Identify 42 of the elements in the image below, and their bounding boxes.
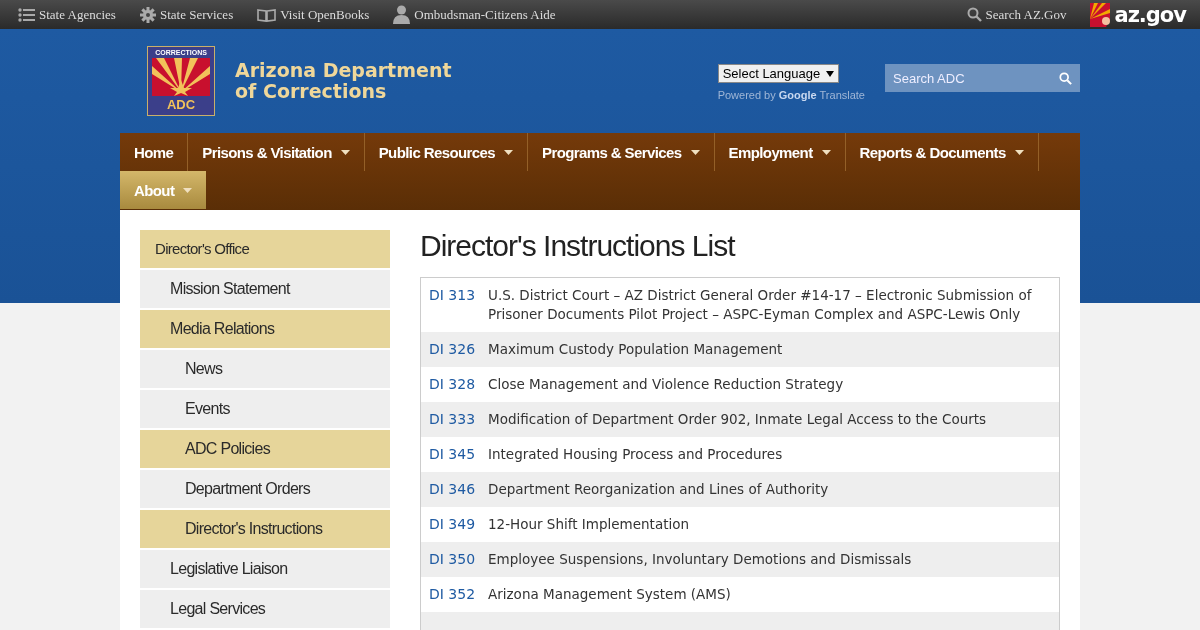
- sidebar-item[interactable]: Director's Instructions: [140, 510, 390, 548]
- page-title: Director's Instructions List: [420, 230, 736, 262]
- sidebar-item[interactable]: Media Relations: [140, 310, 390, 348]
- az-gov-logo[interactable]: az.gov: [1114, 2, 1186, 27]
- gear-icon: [139, 6, 156, 23]
- sidebar-item[interactable]: Mission Statement: [140, 270, 390, 308]
- book-icon: [257, 7, 277, 22]
- instruction-title: Employee Suspensions, Involuntary Demotions and Dismissals: [488, 550, 912, 569]
- flag-icon: [1090, 2, 1113, 27]
- sunburst-icon: [152, 58, 210, 96]
- nav-tab[interactable]: Reports & Documents: [845, 133, 1039, 171]
- top-link[interactable]: Visit OpenBooks: [257, 6, 370, 23]
- sidebar-item[interactable]: Legal Services: [140, 590, 390, 628]
- instruction-title: Department Reorganization and Lines of Authority: [488, 480, 829, 499]
- instruction-title: Close Management and Violence Reduction Strategy: [488, 375, 844, 394]
- instruction-title: Arizona Management System (AMS): [488, 585, 731, 604]
- top-link[interactable]: State Services: [139, 6, 234, 23]
- person-icon: [393, 5, 411, 24]
- instruction-title: U.S. District Court – AZ District General Order #14-17 – Electronic Submission of Prisoner Documents Pilot Project – ASPC-Eyman Complex and ASPC-Lewis Only: [488, 286, 1033, 324]
- top-link[interactable]: Ombudsman-Citizens Aide: [393, 5, 556, 24]
- instruction-title: Modification of Department Order 902, Inmate Legal Access to the Courts: [488, 410, 987, 429]
- top-link[interactable]: State Agencies: [18, 6, 116, 23]
- sidebar-item[interactable]: Legislative Liaison: [140, 550, 390, 588]
- translate-credit: Powered by Google Translate: [717, 89, 865, 101]
- list-icon: [18, 7, 35, 22]
- instruction-title: Integrated Housing Process and Procedures: [488, 445, 783, 464]
- site-title[interactable]: Arizona Department of Corrections: [235, 60, 452, 102]
- nav-tab[interactable]: Employment: [714, 133, 846, 171]
- language-select[interactable]: Select Language: [717, 64, 840, 83]
- search-icon: [966, 7, 982, 22]
- sidebar-item[interactable]: Events: [140, 390, 390, 428]
- instruction-title: Maximum Custody Population Management: [488, 340, 783, 359]
- sidebar-item[interactable]: Department Orders: [140, 470, 390, 508]
- search-link[interactable]: Search AZ.Gov: [966, 6, 1067, 23]
- sidebar-item[interactable]: ADC Policies: [140, 430, 390, 468]
- sidebar-item[interactable]: Director's Office: [140, 230, 390, 268]
- instruction-title: 12-Hour Shift Implementation: [488, 515, 690, 534]
- nav-tab[interactable]: Public Resources: [364, 133, 528, 171]
- nav-tab[interactable]: Programs & Services: [528, 133, 715, 171]
- search-icon: [1059, 71, 1072, 85]
- sidebar-item[interactable]: News: [140, 350, 390, 388]
- caret-icon: [826, 70, 835, 77]
